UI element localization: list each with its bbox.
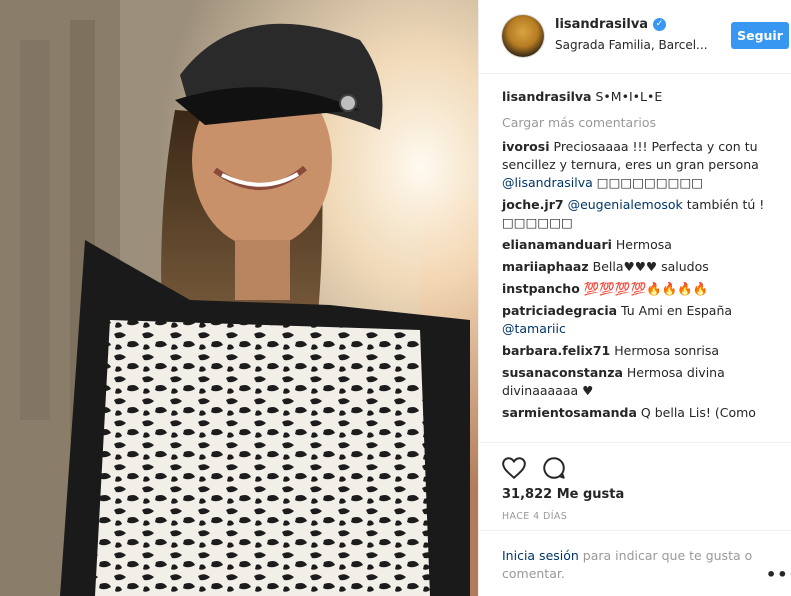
caption-username[interactable]: lisandrasilva — [502, 89, 591, 104]
comment-item: instpancho 💯💯💯💯🔥🔥🔥🔥 — [502, 280, 784, 298]
comment-item: barbara.felix71 Hermosa sonrisa — [502, 342, 784, 360]
comment-username[interactable]: patriciadegracia — [502, 303, 617, 318]
login-link[interactable]: Inicia sesión — [502, 548, 579, 563]
verified-badge-icon: ✓ — [653, 18, 667, 31]
heart-icon[interactable] — [501, 455, 527, 481]
author-username[interactable]: lisandrasilva ✓ — [555, 17, 667, 32]
like-count[interactable]: 31,822 Me gusta — [502, 487, 624, 502]
follow-button[interactable]: Seguir — [731, 22, 789, 49]
comments-list: lisandrasilva S•M•I•L•E Cargar más coment… — [502, 88, 784, 426]
comment-username[interactable]: mariiaphaaz — [502, 259, 589, 274]
comment-username[interactable]: elianamanduari — [502, 237, 612, 252]
post-header: lisandrasilva ✓ Sagrada Familia, Barcel.… — [479, 0, 791, 74]
avatar[interactable] — [502, 15, 544, 57]
comment-username[interactable]: instpancho — [502, 281, 580, 296]
comment-text-tail: □□□□□□□□□ — [596, 175, 704, 190]
comment-mention[interactable]: @eugenialemosok — [568, 197, 683, 212]
comment-item: sarmientosamanda Q bella Lis! (Como — [502, 404, 784, 422]
photo-illustration — [0, 0, 478, 596]
post-dialog: lisandrasilva ✓ Sagrada Familia, Barcel.… — [0, 0, 791, 596]
comment-text: Bella♥♥♥ saludos — [592, 259, 709, 274]
comment-text: Q bella Lis! (Como — [640, 405, 756, 420]
comment-username[interactable]: susanaconstanza — [502, 365, 623, 380]
comment-item: ivorosi Preciosaaaa !!! Perfecta y con tu… — [502, 138, 784, 192]
caption: lisandrasilva S•M•I•L•E — [502, 88, 784, 106]
comment-item: joche.jr7 @eugenialemosok también tú ! □□… — [502, 196, 784, 232]
post-photo[interactable] — [0, 0, 478, 596]
post-sidebar: lisandrasilva ✓ Sagrada Familia, Barcel.… — [478, 0, 791, 596]
post-actions: 31,822 Me gusta HACE 4 DÍAS — [479, 442, 791, 529]
comment-mention[interactable]: @lisandrasilva — [502, 175, 593, 190]
comment-item: elianamanduari Hermosa — [502, 236, 784, 254]
more-options-icon[interactable]: ••• — [766, 565, 791, 584]
login-prompt: Inicia sesión para indicar que te gusta … — [479, 530, 791, 596]
comment-item: susanaconstanza Hermosa divina divinaaaaa… — [502, 364, 784, 400]
comment-icon[interactable] — [541, 455, 567, 481]
caption-text: S•M•I•L•E — [595, 89, 663, 104]
author-username-text[interactable]: lisandrasilva — [555, 17, 648, 32]
comment-mention[interactable]: @tamariic — [502, 321, 566, 336]
comment-text: 💯💯💯💯🔥🔥🔥🔥 — [583, 281, 709, 296]
comment-username[interactable]: barbara.felix71 — [502, 343, 610, 358]
comment-username[interactable]: joche.jr7 — [502, 197, 564, 212]
comment-username[interactable]: ivorosi — [502, 139, 550, 154]
load-more-comments-link[interactable]: Cargar más comentarios — [502, 114, 784, 132]
comment-text: Hermosa sonrisa — [614, 343, 720, 358]
location-link[interactable]: Sagrada Familia, Barcel... — [555, 38, 715, 52]
login-prompt-text: Inicia sesión para indicar que te gusta … — [502, 547, 757, 583]
comment-text: Tu Ami en España — [621, 303, 733, 318]
comment-text: Hermosa — [615, 237, 672, 252]
comment-username[interactable]: sarmientosamanda — [502, 405, 637, 420]
comment-item: mariiaphaaz Bella♥♥♥ saludos — [502, 258, 784, 276]
post-timestamp[interactable]: HACE 4 DÍAS — [502, 511, 567, 522]
comment-item: patriciadegracia Tu Ami en España @tamari… — [502, 302, 784, 338]
